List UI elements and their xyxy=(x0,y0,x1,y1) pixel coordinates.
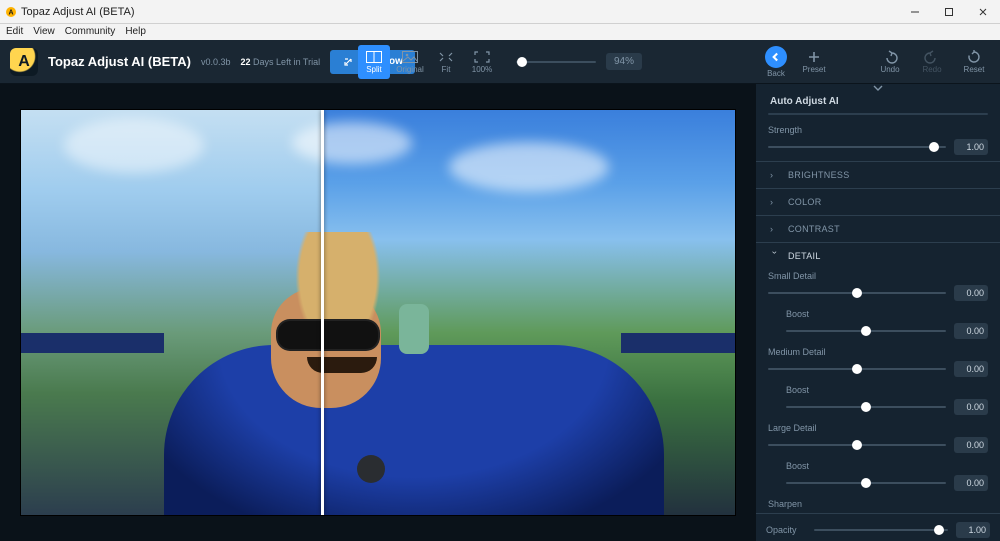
chevron-down-icon: › xyxy=(770,251,780,261)
seg-off[interactable]: Off xyxy=(769,114,842,115)
large-detail-slider[interactable] xyxy=(768,444,946,446)
chevron-right-icon: › xyxy=(770,170,780,180)
fit-icon xyxy=(438,50,454,64)
section-brightness-label: BRIGHTNESS xyxy=(788,170,850,180)
small-boost-slider[interactable] xyxy=(786,330,946,332)
medium-detail-slider[interactable] xyxy=(768,368,946,370)
app-title: Topaz Adjust AI (BETA) xyxy=(48,54,191,69)
logo-icon xyxy=(10,48,38,76)
expand-icon xyxy=(474,50,490,64)
split-handle[interactable] xyxy=(321,110,324,515)
auto-adjust-heading: Auto Adjust AI xyxy=(756,92,1000,111)
medium-boost-slider[interactable] xyxy=(786,406,946,408)
preset-label: Preset xyxy=(802,65,825,74)
undo-label: Undo xyxy=(880,65,899,74)
large-boost-value[interactable]: 0.00 xyxy=(954,475,988,491)
main-toolbar: Topaz Adjust AI (BETA) v0.0.3b 22 Days L… xyxy=(0,40,1000,84)
auto-adjust-segmented: Off Standard HDR Style xyxy=(768,113,988,115)
chevron-right-icon: › xyxy=(770,197,780,207)
undo-button[interactable]: Undo xyxy=(874,45,906,79)
menu-community[interactable]: Community xyxy=(65,26,116,37)
section-color[interactable]: › COLOR xyxy=(756,189,1000,215)
section-detail-label: DETAIL xyxy=(788,251,821,261)
os-titlebar: A Topaz Adjust AI (BETA) xyxy=(0,0,1000,24)
small-boost-value[interactable]: 0.00 xyxy=(954,323,988,339)
side-panel: Auto Adjust AI Off Standard HDR Style St… xyxy=(756,84,1000,541)
menu-bar: Edit View Community Help xyxy=(0,24,1000,40)
large-detail-value[interactable]: 0.00 xyxy=(954,437,988,453)
menu-edit[interactable]: Edit xyxy=(6,26,23,37)
view-mode-split[interactable]: Split xyxy=(358,45,390,79)
trial-text: 22 Days Left in Trial xyxy=(241,57,321,67)
reset-button[interactable]: Reset xyxy=(958,45,990,79)
zoom-slider[interactable] xyxy=(516,61,596,63)
medium-detail-label: Medium Detail xyxy=(768,347,988,357)
small-detail-label: Small Detail xyxy=(768,271,988,281)
medium-boost-value[interactable]: 0.00 xyxy=(954,399,988,415)
strength-label: Strength xyxy=(768,125,988,135)
menu-help[interactable]: Help xyxy=(125,26,146,37)
back-arrow-icon xyxy=(765,46,787,68)
opacity-slider[interactable] xyxy=(814,529,948,531)
reset-label: Reset xyxy=(964,65,985,74)
redo-label: Redo xyxy=(922,65,941,74)
opacity-value[interactable]: 1.00 xyxy=(956,522,990,538)
small-boost-label: Boost xyxy=(786,309,988,319)
external-link-icon xyxy=(342,56,354,68)
strength-value[interactable]: 1.00 xyxy=(954,139,988,155)
section-detail[interactable]: › DETAIL xyxy=(756,243,1000,269)
sharpen-label: Sharpen xyxy=(768,499,988,509)
app-version: v0.0.3b xyxy=(201,57,231,67)
opacity-label: Opacity xyxy=(766,525,806,535)
preset-button[interactable]: Preset xyxy=(798,45,830,79)
window-close-button[interactable] xyxy=(966,0,1000,24)
redo-icon xyxy=(924,50,940,64)
undo-icon xyxy=(882,50,898,64)
strength-slider[interactable] xyxy=(768,146,946,148)
large-boost-label: Boost xyxy=(786,461,988,471)
view-mode-original[interactable]: Original xyxy=(394,45,426,79)
image-canvas[interactable] xyxy=(0,84,756,541)
section-contrast[interactable]: › CONTRAST xyxy=(756,216,1000,242)
view-mode-original-label: Original xyxy=(396,65,424,74)
seg-hdr-style[interactable]: HDR Style xyxy=(914,114,987,115)
window-maximize-button[interactable] xyxy=(932,0,966,24)
small-detail-slider[interactable] xyxy=(768,292,946,294)
large-detail-label: Large Detail xyxy=(768,423,988,433)
small-detail-value[interactable]: 0.00 xyxy=(954,285,988,301)
app-icon: A xyxy=(6,7,16,17)
view-mode-split-label: Split xyxy=(366,65,382,74)
chevron-right-icon: › xyxy=(770,224,780,234)
view-mode-fit[interactable]: Fit xyxy=(430,45,462,79)
section-contrast-label: CONTRAST xyxy=(788,224,840,234)
back-label: Back xyxy=(767,69,785,78)
medium-detail-value[interactable]: 0.00 xyxy=(954,361,988,377)
large-boost-slider[interactable] xyxy=(786,482,946,484)
back-button[interactable]: Back xyxy=(760,45,792,79)
plus-icon xyxy=(806,50,822,64)
panel-collapse-toggle[interactable] xyxy=(756,84,1000,92)
menu-view[interactable]: View xyxy=(33,26,55,37)
svg-text:A: A xyxy=(8,9,13,16)
zoom-value[interactable]: 94% xyxy=(606,53,642,70)
reset-icon xyxy=(966,50,982,64)
chevron-down-icon xyxy=(872,84,884,92)
medium-boost-label: Boost xyxy=(786,385,988,395)
view-mode-100-label: 100% xyxy=(472,65,492,74)
window-title: Topaz Adjust AI (BETA) xyxy=(21,6,135,18)
view-mode-fit-label: Fit xyxy=(442,65,451,74)
section-color-label: COLOR xyxy=(788,197,822,207)
redo-button[interactable]: Redo xyxy=(916,45,948,79)
window-minimize-button[interactable] xyxy=(898,0,932,24)
split-icon xyxy=(366,50,382,64)
view-mode-100[interactable]: 100% xyxy=(466,45,498,79)
preview-image xyxy=(20,109,736,516)
section-brightness[interactable]: › BRIGHTNESS xyxy=(756,162,1000,188)
seg-standard[interactable]: Standard xyxy=(842,114,915,115)
image-icon xyxy=(402,50,418,64)
